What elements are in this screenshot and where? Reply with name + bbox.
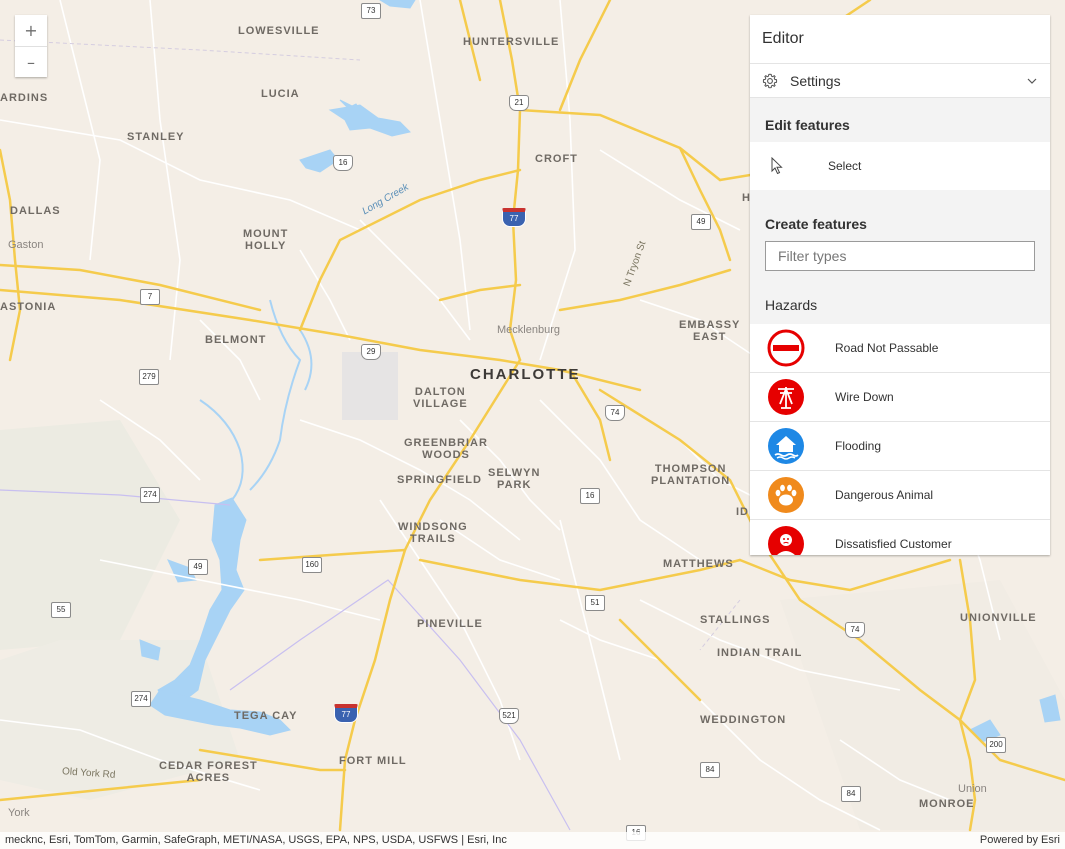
route-shield: 49 <box>691 214 711 230</box>
map-label-croft: CROFT <box>535 153 578 165</box>
map-label-cedar-forest-acres: CEDAR FOREST ACRES <box>159 760 258 784</box>
route-shield: 7 <box>140 289 160 305</box>
route-shield: 521 <box>499 708 519 724</box>
template-label: Flooding <box>835 439 882 453</box>
map-label-stanley: STANLEY <box>127 131 185 143</box>
paw-print-icon <box>768 477 804 513</box>
upset-person-icon <box>768 526 804 555</box>
editor-header: Editor <box>750 15 1050 64</box>
map-label-gaston: Gaston <box>8 239 44 251</box>
map-label-mecklenburg: Mecklenburg <box>497 324 560 336</box>
select-label: Select <box>828 159 862 173</box>
route-shield: 16 <box>580 488 600 504</box>
template-dissatisfied-customer[interactable]: Dissatisfied Customer <box>750 520 1050 555</box>
filter-types-input[interactable] <box>765 241 1035 271</box>
route-shield: 73 <box>361 3 381 19</box>
map-label-stallings: STALLINGS <box>700 614 771 626</box>
route-shield: 49 <box>188 559 208 575</box>
route-shield: 16 <box>333 155 353 171</box>
template-road-not-passable[interactable]: Road Not Passable <box>750 324 1050 373</box>
chevron-down-icon <box>1027 78 1037 84</box>
select-tool-button[interactable]: Select <box>750 142 1050 190</box>
template-dangerous-animal[interactable]: Dangerous Animal <box>750 471 1050 520</box>
create-features-heading: Create features <box>765 216 867 232</box>
route-shield: 21 <box>509 95 529 111</box>
map-label-dallas: DALLAS <box>10 205 61 217</box>
route-shield: 74 <box>605 405 625 421</box>
map-label-monroe: MONROE <box>919 798 975 810</box>
template-label: Wire Down <box>835 390 894 404</box>
cursor-arrow-icon <box>771 157 783 175</box>
gear-icon <box>762 73 778 88</box>
route-shield: 84 <box>841 786 861 802</box>
map-label-springfield: SPRINGFIELD <box>397 474 482 486</box>
power-pole-icon <box>768 379 804 415</box>
route-shield: 160 <box>302 557 322 573</box>
map-label-matthews: MATTHEWS <box>663 558 734 570</box>
route-shield: 274 <box>140 487 160 503</box>
map-label-windsong-trails: WINDSONG TRAILS <box>398 521 468 545</box>
settings-label: Settings <box>790 72 841 89</box>
template-label: Dangerous Animal <box>835 488 934 502</box>
route-shield: 29 <box>361 344 381 360</box>
map-label-thompson-plantation: THOMPSON PLANTATION <box>651 463 731 487</box>
map-label-lowesville: LOWESVILLE <box>238 25 320 37</box>
template-flooding[interactable]: Flooding <box>750 422 1050 471</box>
settings-toggle[interactable]: Settings <box>750 64 1050 98</box>
template-label: Dissatisfied Customer <box>835 537 952 551</box>
map-label-belmont: BELMONT <box>205 334 267 346</box>
attribution-bar: mecknc, Esri, TomTom, Garmin, SafeGraph,… <box>0 832 1065 849</box>
map-label-id: ID <box>736 506 749 518</box>
editor-panel: Editor Settings Edit features Select Cre… <box>750 15 1050 555</box>
map-label-greenbriar-woods: GREENBRIAR WOODS <box>404 437 488 461</box>
map-label-huntersville: HUNTERSVILLE <box>463 36 560 48</box>
map-label-union: Union <box>958 783 987 795</box>
route-shield: 55 <box>51 602 71 618</box>
route-shield: 279 <box>139 369 159 385</box>
map-label-embassy-east: EMBASSY EAST <box>679 319 741 343</box>
map-label-pineville: PINEVILLE <box>417 618 483 630</box>
group-heading-hazards: Hazards <box>765 297 818 313</box>
edit-features-heading: Edit features <box>765 117 850 133</box>
map-label-tega-cay: TEGA CAY <box>234 710 298 722</box>
editor-title: Editor <box>762 30 804 47</box>
no-entry-icon <box>767 329 805 367</box>
map-label-york: York <box>8 807 30 819</box>
map-label-weddington: WEDDINGTON <box>700 714 787 726</box>
powered-by-esri[interactable]: Powered by Esri <box>980 832 1060 849</box>
route-shield: 74 <box>845 622 865 638</box>
attribution-sources[interactable]: mecknc, Esri, TomTom, Garmin, SafeGraph,… <box>5 832 507 849</box>
map-label-lucia: LUCIA <box>261 88 300 100</box>
route-shield: 84 <box>700 762 720 778</box>
map-label-dalton-village: DALTON VILLAGE <box>413 386 468 410</box>
route-shield: 200 <box>986 737 1006 753</box>
create-features-section: Create features Hazards <box>750 190 1050 324</box>
interstate-shield: 77 <box>502 208 526 227</box>
template-label: Road Not Passable <box>835 341 939 355</box>
map-label-mount-holly: MOUNT HOLLY <box>243 228 289 252</box>
zoom-out-button[interactable]: – <box>15 46 47 77</box>
map-label-selwyn-park: SELWYN PARK <box>488 467 541 491</box>
zoom-control: + – <box>15 15 47 77</box>
map-label-unionville: UNIONVILLE <box>960 612 1037 624</box>
map-label-ardins: ARDINS <box>0 92 49 104</box>
map-label-charlotte: CHARLOTTE <box>470 366 581 383</box>
route-shield: 274 <box>131 691 151 707</box>
map-label-gastonia: ASTONIA <box>0 301 57 313</box>
flooded-house-icon <box>768 428 804 464</box>
feature-template-list: Road Not Passable Wire Down Flooding Dan… <box>750 324 1050 555</box>
zoom-in-button[interactable]: + <box>15 15 47 46</box>
edit-features-section: Edit features Select <box>750 98 1050 190</box>
map-label-fort-mill: FORT MILL <box>339 755 407 767</box>
template-wire-down[interactable]: Wire Down <box>750 373 1050 422</box>
map-label-indian-trail: INDIAN TRAIL <box>717 647 803 659</box>
route-shield: 51 <box>585 595 605 611</box>
interstate-shield: 77 <box>334 704 358 723</box>
